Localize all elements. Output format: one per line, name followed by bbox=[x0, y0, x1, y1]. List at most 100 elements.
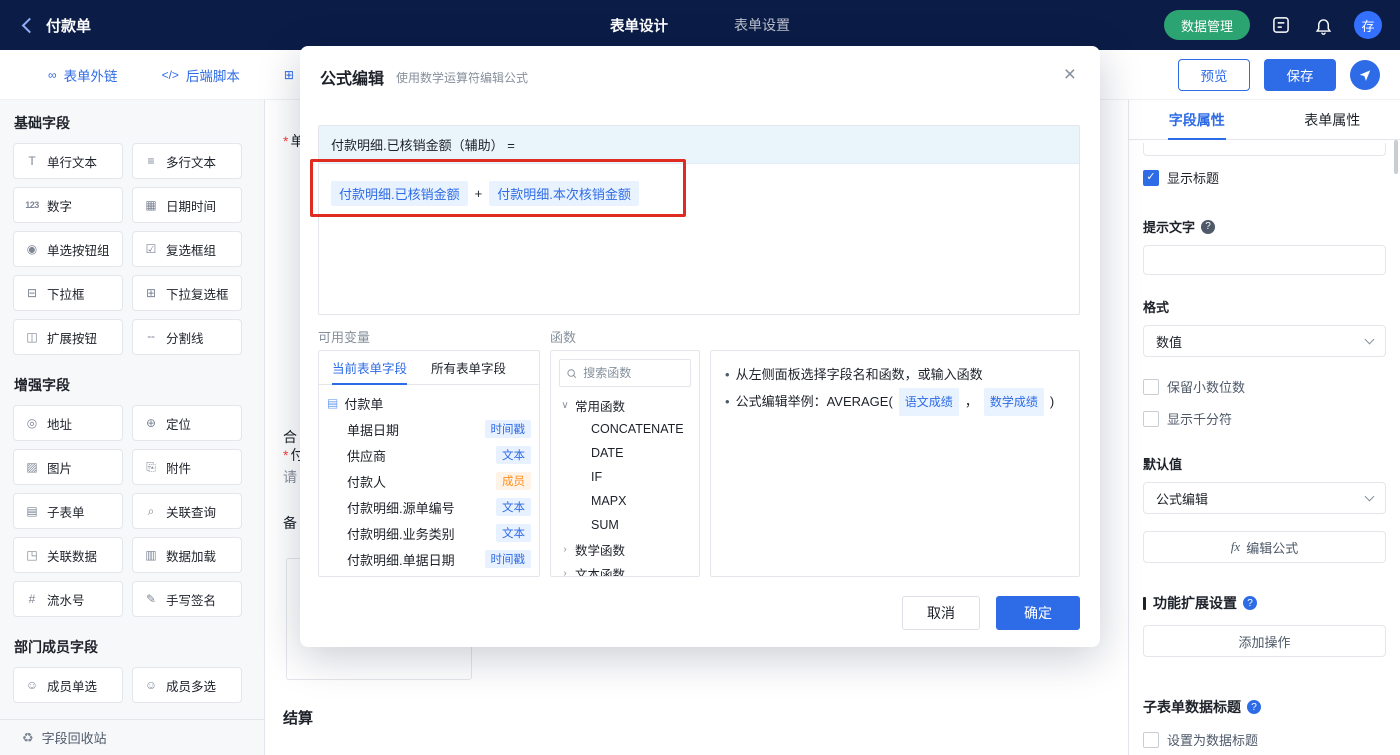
palette-field-button[interactable]: ◉ 单选按钮组 bbox=[13, 231, 123, 267]
toolbar-link[interactable]: ∞ 表单外链 bbox=[48, 65, 118, 85]
designer-mode-tab[interactable]: 表单设计 bbox=[610, 15, 668, 36]
variable-item[interactable]: 付款人 成员 bbox=[327, 468, 531, 494]
properties-tab[interactable]: 字段属性 bbox=[1129, 100, 1265, 139]
toolbar-link-icon: ∞ bbox=[48, 67, 57, 82]
designer-mode-tab[interactable]: 表单设置 bbox=[734, 15, 790, 35]
palette-field-button[interactable]: ⊟ 下拉框 bbox=[13, 275, 123, 311]
save-button[interactable]: 保存 bbox=[1264, 58, 1336, 91]
function-item-label: DATE bbox=[591, 446, 624, 460]
back-icon[interactable] bbox=[18, 16, 36, 34]
toolbar-link[interactable]: </> 后端脚本 bbox=[162, 65, 240, 85]
palette-field-button[interactable]: # 流水号 bbox=[13, 581, 123, 617]
field-type-icon: ◳ bbox=[26, 548, 38, 562]
palette-field-button[interactable]: ☺ 成员多选 bbox=[132, 667, 242, 703]
palette-field-button[interactable]: ◎ 地址 bbox=[13, 405, 123, 441]
palette-field-button[interactable]: ☑ 复选框组 bbox=[132, 231, 242, 267]
data-manage-button[interactable]: 数据管理 bbox=[1163, 10, 1250, 40]
variables-root-item[interactable]: ▤ 付款单 bbox=[327, 390, 531, 416]
palette-field-button[interactable]: ▨ 图片 bbox=[13, 449, 123, 485]
function-item[interactable]: DATE bbox=[559, 441, 691, 465]
thousands-checkbox-row[interactable]: 显示千分符 bbox=[1143, 409, 1386, 428]
variables-tabs: 当前表单字段 所有表单字段 bbox=[319, 351, 539, 385]
palette-field-button[interactable]: ▦ 日期时间 bbox=[132, 187, 242, 223]
formula-expression[interactable]: 付款明细.已核销金额 + 付款明细.本次核销金额 bbox=[319, 164, 1079, 223]
fx-icon: fx bbox=[1230, 539, 1241, 554]
checkbox-icon[interactable] bbox=[1143, 410, 1159, 427]
formula-field-chip[interactable]: 付款明细.本次核销金额 bbox=[489, 181, 639, 206]
publish-icon[interactable] bbox=[1350, 59, 1380, 90]
field-type-icon: ≡ bbox=[147, 154, 155, 168]
help-icon[interactable] bbox=[1201, 219, 1216, 234]
variable-item[interactable]: 付款明细.业务类别 文本 bbox=[327, 520, 531, 546]
format-select-value: 数值 bbox=[1156, 334, 1183, 350]
field-recycle-bin[interactable]: ♻ 字段回收站 bbox=[0, 719, 264, 755]
variable-item[interactable]: 付款明细.源单编号 文本 bbox=[327, 494, 531, 520]
recycle-bin-label: 字段回收站 bbox=[41, 731, 107, 746]
palette-field-button[interactable]: ◳ 关联数据 bbox=[13, 537, 123, 573]
variables-tab[interactable]: 当前表单字段 bbox=[332, 351, 408, 385]
bell-icon[interactable] bbox=[1312, 14, 1334, 36]
show-title-checkbox-row[interactable]: 显示标题 bbox=[1143, 168, 1386, 187]
palette-field-button[interactable]: ⌕ 关联查询 bbox=[132, 493, 242, 529]
palette-field-button[interactable]: ≡ 多行文本 bbox=[132, 143, 242, 179]
cancel-button[interactable]: 取消 bbox=[902, 596, 980, 630]
field-type-icon: ☺ bbox=[144, 678, 158, 692]
palette-field-button[interactable]: ▤ 子表单 bbox=[13, 493, 123, 529]
help-icon[interactable] bbox=[1247, 700, 1261, 714]
palette-field-button[interactable]: ✎ 手写签名 bbox=[132, 581, 242, 617]
function-item[interactable]: › 文本函数 bbox=[559, 561, 691, 577]
properties-tab[interactable]: 表单属性 bbox=[1265, 100, 1400, 139]
add-action-button[interactable]: 添加操作 bbox=[1143, 625, 1386, 657]
field-type-label: 成员多选 bbox=[166, 679, 217, 694]
checkbox-icon[interactable] bbox=[1143, 378, 1159, 395]
palette-field-button[interactable]: ◫ 扩展按钮 bbox=[13, 319, 123, 355]
close-icon[interactable]: × bbox=[1064, 64, 1076, 85]
preview-button[interactable]: 预览 bbox=[1178, 58, 1250, 91]
checkbox-icon[interactable] bbox=[1143, 731, 1159, 748]
field-type-label: 扩展按钮 bbox=[47, 331, 98, 346]
default-value-select[interactable]: 公式编辑 bbox=[1143, 482, 1386, 514]
palette-field-button[interactable]: ☺ 成员单选 bbox=[13, 667, 123, 703]
toolbar-link-icon: </> bbox=[161, 67, 179, 82]
palette-field-button[interactable]: T 单行文本 bbox=[13, 143, 123, 179]
dialog-title: 公式编辑 bbox=[320, 71, 385, 88]
edit-formula-button[interactable]: fx 编辑公式 bbox=[1143, 531, 1386, 563]
format-select[interactable]: 数值 bbox=[1143, 325, 1386, 357]
checkbox-checked-icon[interactable] bbox=[1143, 169, 1159, 186]
required-mark: * bbox=[283, 133, 289, 149]
scrollbar-thumb[interactable] bbox=[1394, 140, 1398, 174]
palette-field-button[interactable]: 123 数字 bbox=[13, 187, 123, 223]
set-data-title-checkbox-row[interactable]: 设置为数据标题 bbox=[1143, 730, 1386, 749]
variable-item[interactable]: 供应商 文本 bbox=[327, 442, 531, 468]
palette-field-button[interactable]: ╌ 分割线 bbox=[132, 319, 242, 355]
hint-text-input[interactable] bbox=[1143, 245, 1386, 275]
grid-icon[interactable] bbox=[1270, 14, 1292, 36]
field-type-icon: ☑ bbox=[145, 242, 157, 256]
palette-field-button[interactable]: ▥ 数据加载 bbox=[132, 537, 242, 573]
function-search-input[interactable] bbox=[581, 365, 684, 381]
variables-panel: 当前表单字段 所有表单字段 ▤ 付款单 单据日期 时间戳 供应商 文本 付款人 … bbox=[318, 350, 540, 577]
function-item[interactable]: CONCATENATE bbox=[559, 417, 691, 441]
function-item[interactable]: SUM bbox=[559, 513, 691, 537]
function-item[interactable]: MAPX bbox=[559, 489, 691, 513]
variable-item[interactable]: 单据日期 时间戳 bbox=[327, 416, 531, 442]
function-search-box[interactable] bbox=[559, 359, 691, 387]
confirm-button[interactable]: 确定 bbox=[996, 596, 1080, 630]
keep-decimal-checkbox-row[interactable]: 保留小数位数 bbox=[1143, 377, 1386, 396]
function-item-label: 常用函数 bbox=[575, 399, 626, 414]
palette-field-button[interactable]: ⎘ 附件 bbox=[132, 449, 242, 485]
help-line: • 公式编辑举例：AVERAGE( 语文成绩 ， 数学成绩 ) bbox=[725, 388, 1065, 416]
variables-tab[interactable]: 所有表单字段 bbox=[431, 351, 506, 384]
avatar[interactable]: 存 bbox=[1354, 11, 1382, 39]
field-type-icon: ⊞ bbox=[145, 286, 157, 300]
formula-editor[interactable]: 付款明细.已核销金额（辅助） = 付款明细.已核销金额 + 付款明细.本次核销金… bbox=[318, 125, 1080, 315]
variable-item[interactable]: 付款明细.单据日期 时间戳 bbox=[327, 546, 531, 572]
function-item[interactable]: › 数学函数 bbox=[559, 537, 691, 561]
palette-field-button[interactable]: ⊕ 定位 bbox=[132, 405, 242, 441]
formula-field-chip[interactable]: 付款明细.已核销金额 bbox=[331, 181, 468, 206]
palette-field-button[interactable]: ⊞ 下拉复选框 bbox=[132, 275, 242, 311]
chevron-down-icon bbox=[1364, 491, 1375, 501]
function-item[interactable]: IF bbox=[559, 465, 691, 489]
function-item[interactable]: ∨ 常用函数 bbox=[559, 393, 691, 417]
help-icon[interactable] bbox=[1243, 596, 1257, 610]
